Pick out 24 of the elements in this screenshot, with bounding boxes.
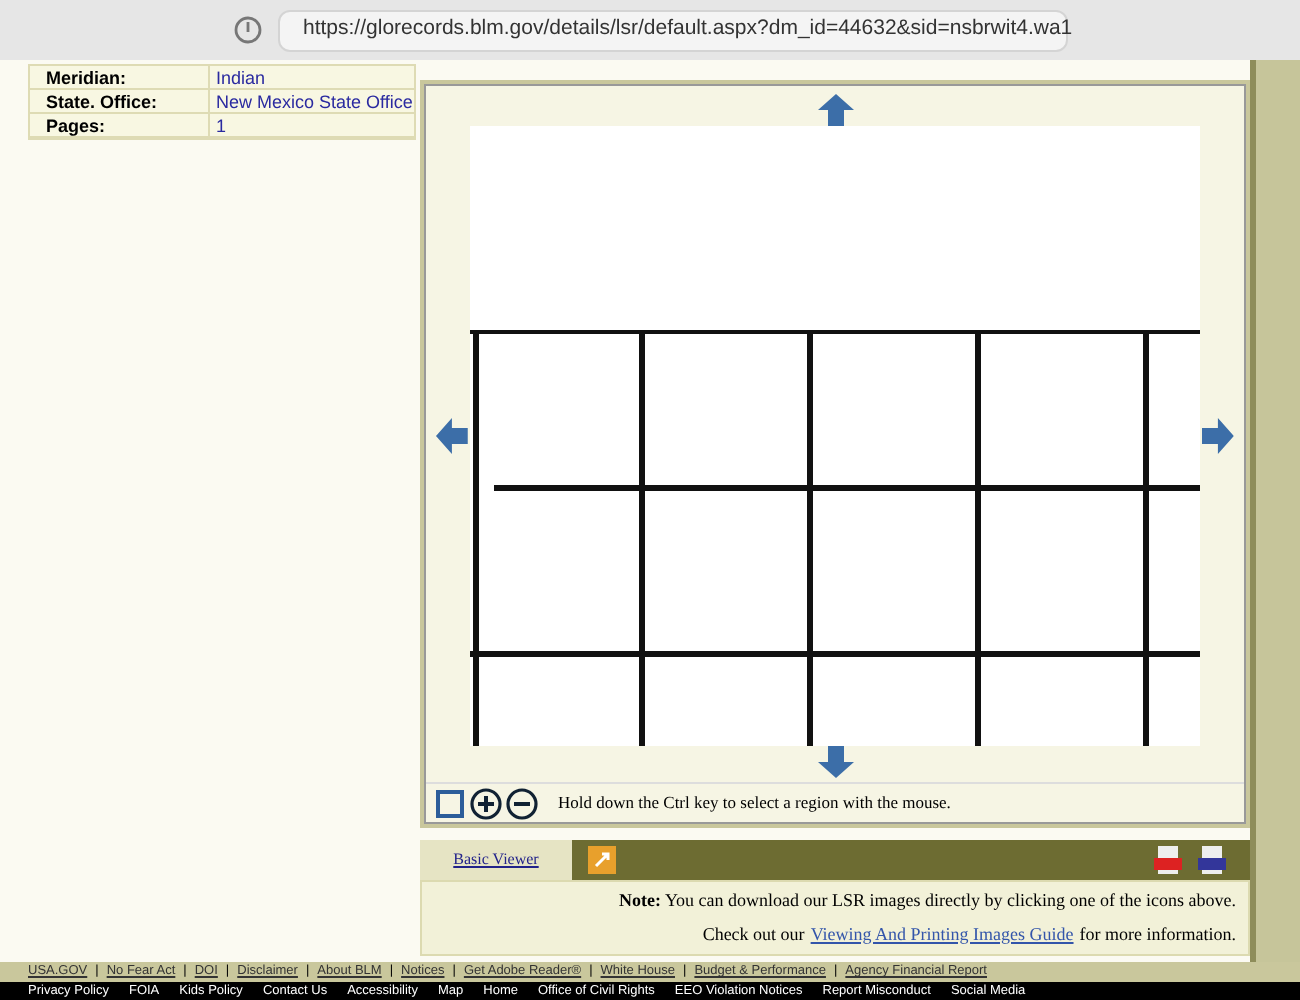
url-text: https://glorecords.blm.gov/details/lsr/default.aspx?dm_id=44632&sid=nsbrwit4.wa1 <box>303 14 1073 45</box>
left-arrow-icon[interactable] <box>435 418 468 454</box>
hint-text: Hold down the Ctrl key to select a region with the mouse. <box>558 790 951 816</box>
guide-suffix: for more information. <box>1079 921 1236 947</box>
guide-link[interactable]: Viewing And Printing Images Guide <box>810 921 1074 948</box>
zoom-out-icon[interactable] <box>506 787 538 819</box>
note-text: Note: You can download our LSR images directly by clicking one of the icons above. <box>619 888 1236 914</box>
field-value: New Mexico State Office <box>214 90 413 112</box>
down-arrow-icon[interactable] <box>817 746 853 778</box>
field-label: State. Office: <box>30 90 210 112</box>
field-label: Meridian: <box>30 66 210 88</box>
jp2-file-icon[interactable] <box>1198 846 1226 874</box>
right-arrow-icon[interactable] <box>1202 418 1235 454</box>
zoom-in-icon[interactable] <box>470 787 502 819</box>
select-region-icon[interactable] <box>434 787 466 819</box>
field-value: Indian <box>214 66 266 88</box>
viewer-tab[interactable]: Basic Viewer <box>420 840 572 880</box>
address-bar[interactable]: https://glorecords.blm.gov/details/lsr/default.aspx?dm_id=44632&sid=nsbrwit4.wa1 <box>277 9 1067 51</box>
up-arrow-icon[interactable] <box>817 94 853 126</box>
site-info-icon[interactable] <box>233 16 261 44</box>
pdf-file-icon[interactable] <box>1154 846 1182 874</box>
field-label: Pages: <box>30 114 210 136</box>
field-value: 1 <box>214 114 227 136</box>
guide-prefix: Check out our <box>702 921 805 947</box>
